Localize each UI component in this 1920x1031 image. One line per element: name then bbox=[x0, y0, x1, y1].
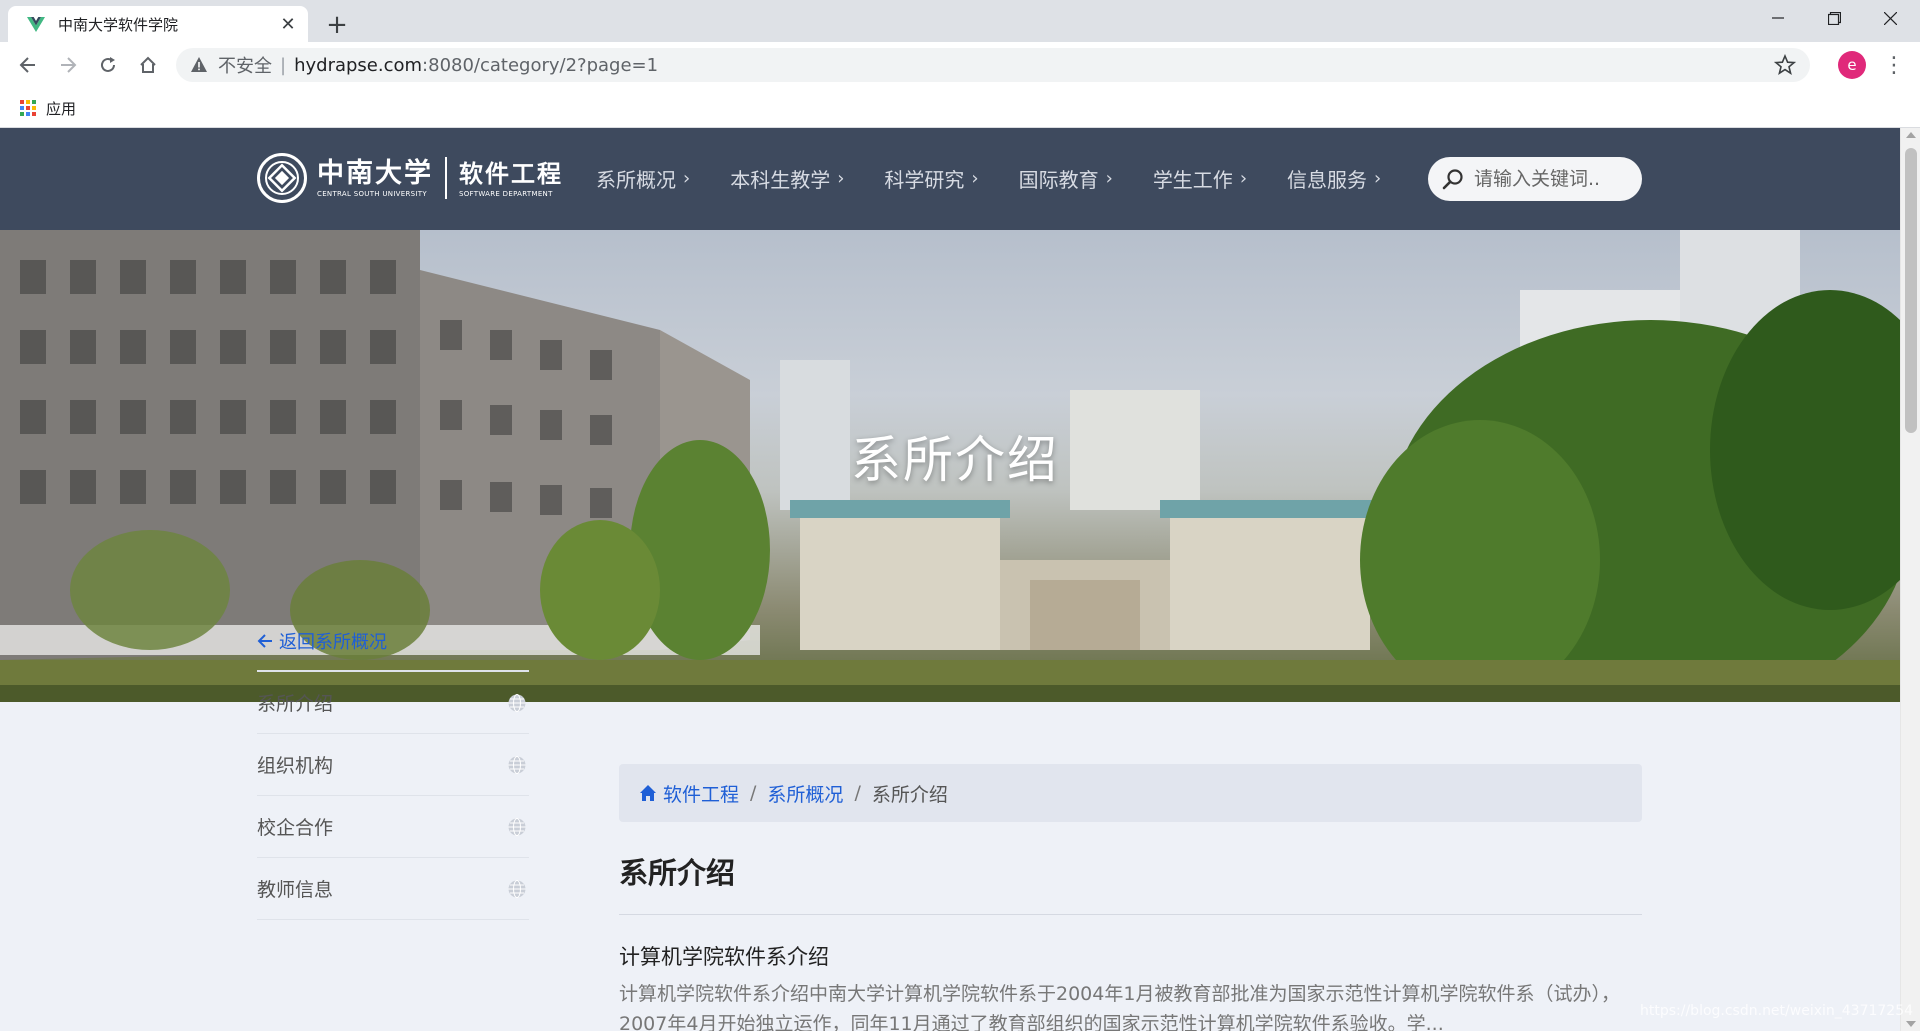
breadcrumb-separator: / bbox=[854, 782, 861, 804]
vue-favicon-icon bbox=[27, 17, 45, 32]
page-viewport: 中南大学 CENTRAL SOUTH UNIVERSITY 软件工程 SOFTW… bbox=[0, 128, 1900, 1031]
site-search-box[interactable] bbox=[1428, 157, 1642, 201]
nav-item-student-affairs[interactable]: 学生工作 › bbox=[1153, 164, 1247, 193]
more-menu-icon[interactable]: ⋮ bbox=[1880, 51, 1908, 79]
chevron-right-icon: › bbox=[683, 168, 691, 189]
site-header: 中南大学 CENTRAL SOUTH UNIVERSITY 软件工程 SOFTW… bbox=[0, 128, 1900, 230]
nav-item-label: 国际教育 bbox=[1018, 168, 1099, 192]
sidebar-item-industry-cooperation[interactable]: 校企合作 bbox=[257, 796, 529, 858]
warning-icon bbox=[191, 57, 207, 72]
url-host: hydrapse.com bbox=[294, 54, 423, 76]
main-nav: 系所概况 › 本科生教学 › 科学研究 › 国际教育 › 学生工作 › 信息服务 › bbox=[596, 164, 1381, 193]
nav-item-research[interactable]: 科学研究 › bbox=[884, 164, 978, 193]
sidebar-item-label: 系所介绍 bbox=[257, 693, 334, 715]
bookmarks-bar: 应用 bbox=[0, 88, 1920, 128]
nav-item-label: 信息服务 bbox=[1287, 168, 1368, 192]
scroll-up-icon[interactable] bbox=[1906, 132, 1916, 138]
browser-toolbar: 不安全 | hydrapse.com :8080/category/2?page… bbox=[0, 42, 1920, 88]
logo-department-en: SOFTWARE DEPARTMENT bbox=[459, 190, 553, 198]
forward-arrow-icon[interactable] bbox=[52, 49, 84, 81]
hero-title: 系所介绍 bbox=[851, 431, 1059, 489]
back-to-overview-link[interactable]: 返回系所概况 bbox=[257, 628, 529, 672]
chevron-right-icon: › bbox=[971, 168, 979, 189]
sidebar-item-department-intro[interactable]: 系所介绍 bbox=[257, 672, 529, 734]
logo-university-cn: 中南大学 bbox=[317, 158, 433, 189]
article-title-link[interactable]: 计算机学院软件系介绍 bbox=[619, 941, 1642, 971]
breadcrumb: 软件工程 / 系所概况 / 系所介绍 bbox=[619, 764, 1642, 822]
nav-item-international[interactable]: 国际教育 › bbox=[1019, 164, 1113, 193]
breadcrumb-current: 系所介绍 bbox=[871, 783, 948, 806]
restore-icon[interactable] bbox=[1808, 0, 1860, 36]
home-icon[interactable] bbox=[639, 784, 657, 802]
site-search-input[interactable] bbox=[1474, 168, 1624, 190]
sidebar-item-label: 校企合作 bbox=[257, 817, 334, 839]
omnibox-separator: | bbox=[280, 54, 287, 76]
reload-icon[interactable] bbox=[92, 49, 124, 81]
nav-item-undergraduate[interactable]: 本科生教学 › bbox=[730, 164, 844, 193]
back-link-label: 返回系所概况 bbox=[279, 632, 387, 653]
sidebar-item-label: 教师信息 bbox=[257, 879, 334, 901]
scroll-thumb[interactable] bbox=[1905, 148, 1917, 433]
nav-item-label: 学生工作 bbox=[1152, 168, 1233, 192]
sidebar-item-label: 组织机构 bbox=[257, 755, 334, 777]
browser-tab-active[interactable]: 中南大学软件学院 ✕ bbox=[8, 6, 308, 42]
nav-item-label: 系所概况 bbox=[596, 168, 676, 192]
breadcrumb-home-link[interactable]: 软件工程 bbox=[663, 780, 739, 807]
chevron-right-icon: › bbox=[837, 168, 845, 189]
minimize-icon[interactable] bbox=[1752, 0, 1804, 36]
university-seal-icon bbox=[257, 153, 307, 203]
window-close-icon[interactable] bbox=[1864, 0, 1916, 36]
profile-avatar[interactable]: e bbox=[1838, 51, 1866, 79]
page-title: 系所介绍 bbox=[619, 850, 1642, 915]
apps-grid-icon[interactable] bbox=[20, 100, 36, 116]
tab-title: 中南大学软件学院 bbox=[58, 15, 179, 34]
main-content: 软件工程 / 系所概况 / 系所介绍 系所介绍 计算机学院软件系介绍 计算机学院… bbox=[619, 764, 1642, 1031]
globe-icon bbox=[508, 879, 526, 898]
logo-university-en: CENTRAL SOUTH UNIVERSITY bbox=[317, 190, 427, 198]
sidebar-item-faculty[interactable]: 教师信息 bbox=[257, 858, 529, 920]
url-path: :8080/category/2?page=1 bbox=[422, 54, 659, 76]
breadcrumb-parent-link[interactable]: 系所概况 bbox=[767, 780, 843, 807]
nav-item-information-services[interactable]: 信息服务 › bbox=[1287, 164, 1381, 193]
home-icon[interactable] bbox=[132, 49, 164, 81]
scroll-down-icon[interactable] bbox=[1906, 1021, 1916, 1027]
sidebar-item-organization[interactable]: 组织机构 bbox=[257, 734, 529, 796]
globe-icon bbox=[508, 755, 526, 774]
watermark-text: https://blog.csdn.net/weixin_43717254 bbox=[1640, 1003, 1914, 1019]
bookmark-star-icon[interactable] bbox=[1774, 54, 1796, 76]
breadcrumb-separator: / bbox=[750, 782, 757, 804]
browser-tabbar: 中南大学软件学院 ✕ + bbox=[0, 0, 1920, 42]
arrow-left-icon bbox=[257, 634, 272, 648]
sidebar: 返回系所概况 系所介绍 组织机构 校企合作 教师信息 bbox=[257, 628, 529, 920]
new-tab-icon[interactable]: + bbox=[320, 8, 354, 42]
search-icon bbox=[1442, 169, 1463, 190]
tab-close-icon[interactable]: ✕ bbox=[278, 14, 298, 35]
site-logo[interactable]: 中南大学 CENTRAL SOUTH UNIVERSITY 软件工程 SOFTW… bbox=[257, 153, 563, 203]
page-scrollbar[interactable] bbox=[1900, 128, 1920, 1031]
globe-icon bbox=[508, 817, 526, 836]
nav-item-label: 科学研究 bbox=[884, 168, 965, 192]
address-bar[interactable]: 不安全 | hydrapse.com :8080/category/2?page… bbox=[176, 48, 1810, 82]
chevron-right-icon: › bbox=[1239, 168, 1248, 189]
logo-divider bbox=[445, 157, 447, 199]
chevron-right-icon: › bbox=[1374, 168, 1382, 189]
back-arrow-icon[interactable] bbox=[12, 49, 44, 81]
chevron-right-icon: › bbox=[1105, 168, 1113, 189]
globe-icon bbox=[508, 693, 526, 712]
apps-bookmark-label[interactable]: 应用 bbox=[46, 98, 76, 119]
article-excerpt: 计算机学院软件系介绍中南大学计算机学院软件系于2004年1月被教育部批准为国家示… bbox=[619, 983, 1620, 1031]
nav-item-department-overview[interactable]: 系所概况 › bbox=[596, 164, 690, 193]
logo-department-cn: 软件工程 bbox=[459, 160, 563, 188]
nav-item-label: 本科生教学 bbox=[730, 168, 831, 192]
security-label[interactable]: 不安全 bbox=[218, 52, 272, 78]
